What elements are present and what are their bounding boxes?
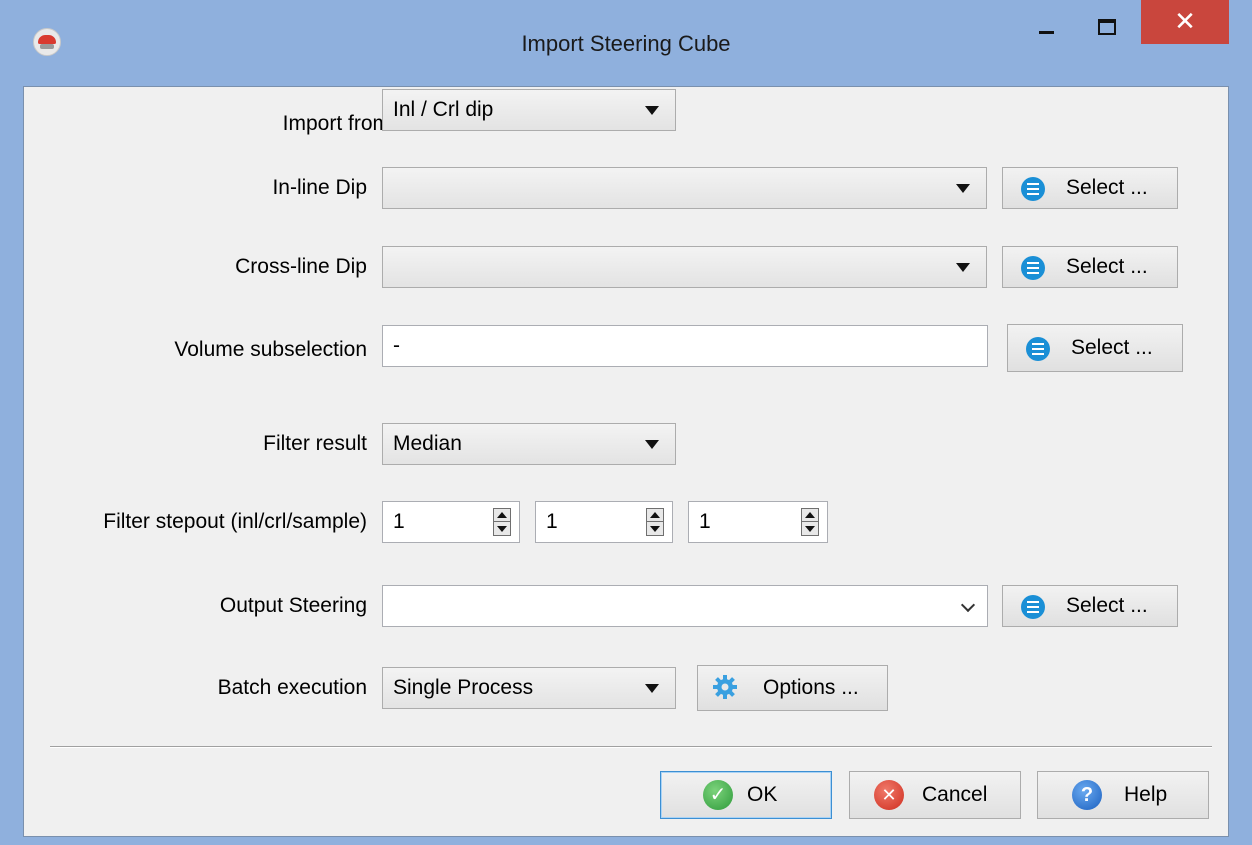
output-steering-combo[interactable] (382, 585, 988, 627)
inline-dip-label: In-line Dip (272, 176, 367, 199)
chevron-down-icon (960, 597, 976, 613)
import-from-label: Import from (282, 112, 390, 135)
title-bar[interactable]: Import Steering Cube ✕ (0, 0, 1252, 86)
inline-dip-combo[interactable] (382, 167, 987, 209)
filter-result-combo[interactable]: Median (382, 423, 676, 465)
check-icon: ✓ (703, 780, 733, 810)
cancel-icon: ✕ (874, 780, 904, 810)
help-label: Help (1124, 783, 1168, 806)
filter-stepout-label: Filter stepout (inl/crl/sample) (103, 510, 367, 533)
maximize-button[interactable] (1082, 0, 1128, 42)
volume-subselection-select-button[interactable]: Select ... (1007, 324, 1183, 372)
filter-stepout-crl-value: 1 (546, 510, 558, 533)
chevron-down-icon (645, 106, 659, 115)
volume-subselection-field[interactable]: - (382, 325, 988, 367)
dialog-body: Import from Inl / Crl dip In-line Dip Se… (23, 86, 1229, 837)
gear-icon (713, 675, 737, 699)
spin-arrows-icon[interactable] (493, 508, 511, 536)
dialog-window: Import Steering Cube ✕ Import from Inl /… (0, 0, 1252, 845)
inline-dip-select-button[interactable]: Select ... (1002, 167, 1178, 209)
chevron-down-icon (956, 263, 970, 272)
filter-result-value: Median (393, 432, 462, 455)
import-from-value: Inl / Crl dip (393, 98, 494, 121)
chevron-down-icon (956, 184, 970, 193)
spin-arrows-icon[interactable] (801, 508, 819, 536)
filter-stepout-inl-value: 1 (393, 510, 405, 533)
chevron-down-icon (645, 440, 659, 449)
output-steering-select-label: Select ... (1066, 594, 1148, 617)
volume-subselection-label: Volume subselection (174, 338, 367, 361)
divider (50, 746, 1212, 748)
filter-stepout-sample-spinbox[interactable]: 1 (688, 501, 828, 543)
batch-execution-combo[interactable]: Single Process (382, 667, 676, 709)
filter-stepout-inl-spinbox[interactable]: 1 (382, 501, 520, 543)
ok-label: OK (747, 783, 778, 806)
output-steering-select-button[interactable]: Select ... (1002, 585, 1178, 627)
filter-stepout-crl-spinbox[interactable]: 1 (535, 501, 673, 543)
help-icon: ? (1072, 780, 1102, 810)
import-from-combo[interactable]: Inl / Crl dip (382, 89, 676, 131)
cancel-button[interactable]: ✕ Cancel (849, 771, 1021, 819)
help-button[interactable]: ? Help (1037, 771, 1209, 819)
crossline-dip-select-button[interactable]: Select ... (1002, 246, 1178, 288)
minimize-button[interactable] (1023, 0, 1069, 42)
list-icon (1021, 177, 1045, 201)
crossline-dip-label: Cross-line Dip (235, 255, 367, 278)
filter-result-label: Filter result (263, 432, 367, 455)
batch-options-label: Options ... (763, 676, 859, 699)
list-icon (1026, 337, 1050, 361)
crossline-dip-combo[interactable] (382, 246, 987, 288)
list-icon (1021, 595, 1045, 619)
output-steering-label: Output Steering (219, 594, 367, 617)
cancel-label: Cancel (922, 783, 988, 806)
ok-button[interactable]: ✓ OK (660, 771, 832, 819)
chevron-down-icon (645, 684, 659, 693)
crossline-dip-select-label: Select ... (1066, 255, 1148, 278)
close-button[interactable]: ✕ (1141, 0, 1229, 44)
batch-options-button[interactable]: Options ... (697, 665, 888, 711)
volume-subselection-select-label: Select ... (1071, 336, 1153, 359)
filter-stepout-sample-value: 1 (699, 510, 711, 533)
spin-arrows-icon[interactable] (646, 508, 664, 536)
list-icon (1021, 256, 1045, 280)
inline-dip-select-label: Select ... (1066, 176, 1148, 199)
batch-execution-value: Single Process (393, 676, 534, 699)
batch-execution-label: Batch execution (217, 676, 367, 699)
